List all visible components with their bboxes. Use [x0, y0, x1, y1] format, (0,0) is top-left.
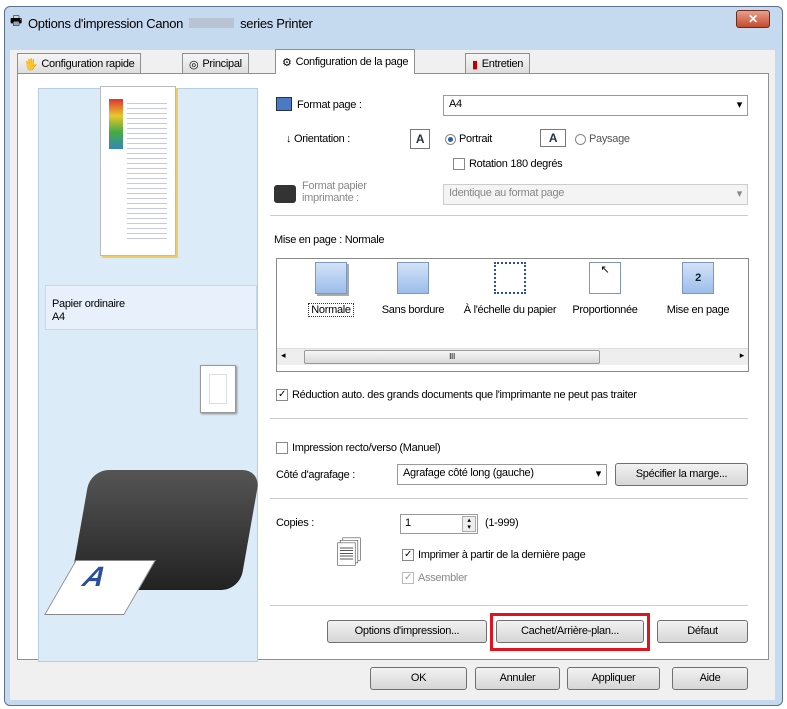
print-options-button[interactable]: Options d'impression... — [327, 620, 487, 643]
landscape-icon: A — [540, 129, 566, 147]
tab-label: Configuration rapide — [41, 58, 135, 70]
layout-scrollbar[interactable]: ◂ III ▸ — [277, 348, 748, 365]
layout-option-scaled[interactable]: ↖ Proportionnée — [560, 262, 650, 316]
tab-main[interactable]: ◎ Principal — [182, 53, 249, 74]
paper-type: Papier ordinaire — [52, 298, 125, 310]
default-button[interactable]: Défaut — [657, 620, 748, 643]
layout-heading: Mise en page : Normale — [274, 234, 385, 246]
tab-page-setup[interactable]: ⚙ Configuration de la page — [275, 49, 416, 74]
separator — [270, 605, 748, 606]
page-setup-icon: ⚙ — [282, 56, 292, 69]
orientation-label: ↓ Orientation : — [286, 133, 350, 145]
auto-reduce-box[interactable]: ✓ — [276, 389, 288, 402]
layout-option-page-layout[interactable]: 2 Mise en page — [653, 262, 743, 316]
ok-button[interactable]: OK — [370, 667, 467, 690]
page-format-icon — [276, 97, 292, 111]
scroll-right-icon[interactable]: ▸ — [740, 350, 745, 361]
printer-paper-dropdown[interactable]: Identique au format page — [443, 184, 748, 205]
layout-option-borderless[interactable]: Sans bordure — [368, 262, 458, 316]
scroll-thumb[interactable]: III — [304, 350, 600, 364]
preview-image — [109, 99, 123, 149]
separator — [270, 215, 748, 216]
scaled-layout-icon: ↖ — [589, 262, 621, 294]
separator — [270, 498, 748, 499]
rotate-label: Rotation 180 degrés — [469, 158, 563, 170]
maintenance-icon: ▮ — [472, 58, 478, 71]
title-bar: 🖶 Options d'impression Canon series Prin… — [10, 12, 313, 34]
title-suffix: series Printer — [240, 15, 313, 31]
separator — [270, 418, 748, 419]
cancel-button[interactable]: Annuler — [475, 667, 560, 690]
page-format-dropdown[interactable]: A4 — [443, 95, 748, 116]
tab-label: Entretien — [481, 58, 524, 70]
printer-icon: 🖶 — [10, 13, 22, 28]
duplex-label: Impression recto/verso (Manuel) — [292, 442, 441, 454]
rotate-180-checkbox[interactable]: Rotation 180 degrés — [453, 158, 563, 171]
page-preview — [100, 86, 176, 256]
copies-value: 1 — [405, 517, 411, 529]
collate-box[interactable]: ✓ — [402, 572, 414, 585]
print-last-page-checkbox[interactable]: ✓ Imprimer à partir de la dernière page — [402, 549, 586, 562]
last-page-label: Imprimer à partir de la dernière page — [418, 549, 586, 561]
copies-range: (1-999) — [485, 517, 519, 529]
last-page-box[interactable]: ✓ — [402, 549, 414, 562]
layout-option-label: Mise en page — [666, 304, 730, 316]
orientation-preview-icon — [200, 365, 236, 413]
borderless-layout-icon — [397, 262, 429, 294]
landscape-label: Paysage — [589, 133, 630, 145]
staple-dropdown[interactable]: Agrafage côté long (gauche) — [397, 464, 607, 485]
layout-option-normal[interactable]: Normale — [286, 262, 376, 317]
apply-button[interactable]: Appliquer — [567, 667, 660, 690]
stamp-background-button[interactable]: Cachet/Arrière-plan... — [496, 620, 644, 643]
layout-option-label: À l'échelle du papier — [463, 304, 557, 316]
help-button[interactable]: Aide — [672, 667, 748, 690]
copies-spinner[interactable]: ▴ ▾ — [462, 516, 476, 532]
scroll-left-icon[interactable]: ◂ — [281, 350, 286, 361]
layout-value: Normale — [344, 234, 385, 246]
main-icon: ◎ — [189, 58, 199, 71]
close-button[interactable]: ✕ — [736, 10, 770, 28]
tab-label: Configuration de la page — [295, 56, 409, 68]
collate-checkbox[interactable]: ✓ Assembler — [402, 572, 468, 585]
duplex-checkbox[interactable]: Impression recto/verso (Manuel) — [276, 442, 441, 455]
portrait-radio[interactable]: Portrait — [445, 133, 492, 145]
specify-margin-button[interactable]: Spécifier la marge... — [615, 463, 748, 486]
tab-quick-setup[interactable]: 🖐 Configuration rapide — [17, 53, 142, 74]
copies-input[interactable]: 1 ▴ ▾ — [400, 514, 478, 534]
quick-setup-icon: 🖐 — [24, 58, 38, 71]
tab-label: Principal — [202, 58, 242, 70]
rotate-checkbox-box[interactable] — [453, 158, 465, 171]
auto-reduce-label: Réduction auto. des grands documents que… — [292, 389, 637, 401]
printer-paper-icon — [274, 185, 296, 203]
layout-option-label: Normale — [308, 303, 354, 317]
page-layout-icon: 2 — [682, 262, 714, 294]
layout-option-label: Proportionnée — [572, 304, 638, 316]
landscape-radio[interactable]: Paysage — [575, 133, 630, 145]
portrait-icon: A — [410, 129, 430, 149]
printer-paper-label: Format papier imprimante : — [302, 180, 367, 204]
copies-label: Copies : — [276, 517, 314, 529]
auto-reduce-checkbox[interactable]: ✓ Réduction auto. des grands documents qu… — [276, 389, 637, 402]
layout-label: Mise en page : — [274, 234, 342, 246]
landscape-radio-dot[interactable] — [575, 133, 586, 145]
layout-option-fit-to-page[interactable]: À l'échelle du papier — [460, 262, 560, 316]
duplex-box[interactable] — [276, 442, 288, 455]
staple-label: Côté d'agrafage : — [276, 469, 355, 481]
page-format-label: Format page : — [297, 99, 362, 111]
paper-size: A4 — [52, 311, 65, 323]
portrait-radio-dot[interactable] — [445, 133, 456, 145]
title-text: Options d'impression Canon — [27, 15, 184, 31]
orientation-label-text: Orientation : — [293, 133, 350, 145]
collate-label: Assembler — [418, 572, 468, 584]
tab-maintenance[interactable]: ▮ Entretien — [465, 53, 531, 74]
layout-option-label: Sans bordure — [381, 304, 445, 316]
paper-info: Papier ordinaire A4 — [45, 285, 257, 330]
fit-to-page-icon — [494, 262, 526, 294]
normal-layout-icon — [315, 262, 347, 294]
redacted-model — [189, 18, 235, 28]
preview-text-lines — [127, 99, 167, 243]
copies-stack-icon: 🗐 — [336, 538, 362, 568]
portrait-label: Portrait — [459, 133, 493, 145]
